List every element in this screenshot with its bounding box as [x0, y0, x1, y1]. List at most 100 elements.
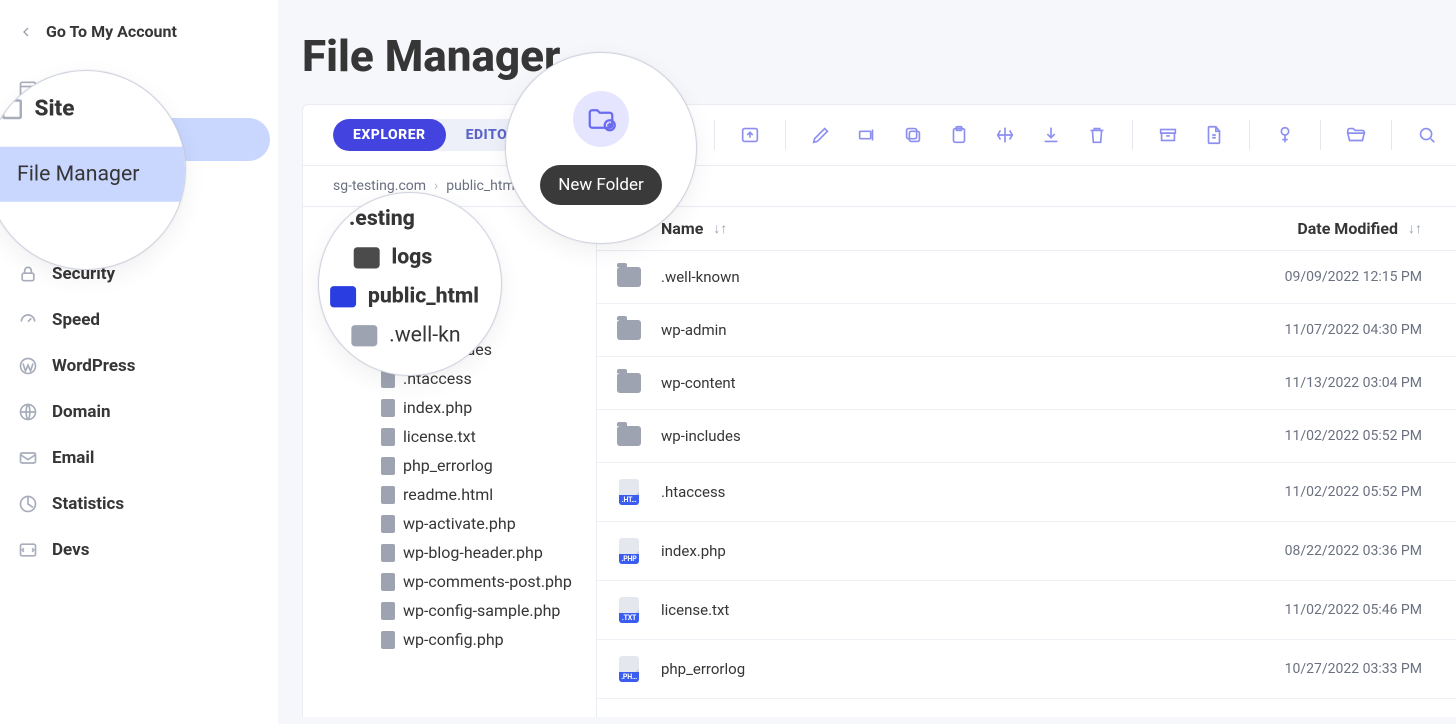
nav-group-domain[interactable]: Domain — [0, 389, 278, 435]
tree-label: readme.html — [403, 485, 493, 504]
archive-icon[interactable] — [1157, 124, 1179, 146]
file-name: .well-known — [661, 268, 1222, 286]
body-split: ›logspublic_html›.well-known›wp-content›… — [303, 207, 1456, 717]
file-row[interactable]: .well-known09/09/2022 12:15 PM — [597, 251, 1456, 304]
permissions-icon[interactable] — [1274, 124, 1296, 146]
file-row[interactable]: .PHPindex.php08/22/2022 03:36 PM — [597, 522, 1456, 581]
file-icon — [381, 399, 395, 417]
breadcrumb-sub[interactable]: public_html — [446, 178, 518, 194]
search-icon[interactable] — [1416, 124, 1438, 146]
tree-item[interactable]: public_html — [303, 248, 596, 277]
edit-icon[interactable] — [810, 124, 832, 146]
tree-label: wp-comments-post.php — [403, 572, 572, 591]
move-icon[interactable] — [994, 124, 1016, 146]
copy-icon[interactable] — [902, 124, 924, 146]
folder-icon — [353, 256, 371, 270]
main: File Manager EXPLORER EDITOR — [278, 0, 1456, 724]
tree-item[interactable]: ›wp-content — [303, 306, 596, 335]
tree-item[interactable]: wp-blog-header.php — [303, 538, 596, 567]
file-row[interactable]: .HT….htaccess11/02/2022 05:52 PM — [597, 463, 1456, 522]
tree-item[interactable]: .htaccess — [303, 364, 596, 393]
nav-group-email[interactable]: Email — [0, 435, 278, 481]
file-date: 11/02/2022 05:52 PM — [1222, 428, 1422, 444]
chevron-right-icon: › — [331, 227, 345, 241]
new-file-icon[interactable] — [622, 124, 644, 146]
column-name[interactable]: Name ↓↑ — [597, 219, 1222, 238]
tree-label: wp-includes — [407, 340, 492, 359]
stats-icon — [18, 494, 38, 514]
file-name: wp-content — [661, 374, 1222, 392]
nav-group-speed[interactable]: Speed — [0, 297, 278, 343]
download-icon[interactable] — [1040, 124, 1062, 146]
file-icon — [381, 486, 395, 504]
file-row[interactable]: .TXTlicense.txt11/02/2022 05:46 PM — [597, 581, 1456, 640]
toolbar-separator — [1320, 120, 1321, 150]
tree-item[interactable]: php_errorlog — [303, 451, 596, 480]
chevron-right-icon: › — [434, 178, 438, 194]
tree-item[interactable]: ›wp-includes — [303, 335, 596, 364]
folder-icon — [617, 320, 641, 340]
file-icon — [381, 544, 395, 562]
tab-editor[interactable]: EDITOR — [446, 119, 537, 151]
file-row[interactable]: wp-includes11/02/2022 05:52 PM — [597, 410, 1456, 463]
file-name: wp-includes — [661, 427, 1222, 445]
file-list: Name ↓↑ Date Modified ↓↑ .well-known09/0… — [597, 207, 1456, 717]
tree-label: logs — [379, 224, 409, 243]
paste-icon[interactable] — [948, 124, 970, 146]
wordpress-icon — [18, 356, 38, 376]
chevron-right-icon: › — [359, 314, 373, 328]
tree-label: wp-config-sample.php — [403, 601, 560, 620]
file-icon — [381, 573, 395, 591]
folder-icon — [617, 426, 641, 446]
file-row[interactable]: .PH…php_errorlog10/27/2022 03:33 PM — [597, 640, 1456, 699]
nav-group-statistics[interactable]: Statistics — [0, 481, 278, 527]
tree-label: .htaccess — [403, 369, 472, 388]
tree-item[interactable]: wp-config-sample.php — [303, 596, 596, 625]
nav-group-devs[interactable]: Devs — [0, 527, 278, 573]
nav-group-wordpress[interactable]: WordPress — [0, 343, 278, 389]
nav-item-file-manager[interactable]: File Manager — [8, 118, 270, 161]
open-folder-icon[interactable] — [1345, 124, 1367, 146]
upload-icon[interactable] — [739, 124, 761, 146]
nav-item-mysql[interactable]: MySQL — [0, 165, 278, 208]
rename-icon[interactable] — [856, 124, 878, 146]
nav-group-security[interactable]: Security — [0, 251, 278, 297]
extract-icon[interactable] — [1203, 124, 1225, 146]
file-name: license.txt — [661, 601, 1222, 619]
tree-item[interactable]: ›.well-known — [303, 277, 596, 306]
tree-item[interactable]: license.txt — [303, 422, 596, 451]
nav-item-postgresql[interactable]: PostgreSQL — [0, 208, 278, 251]
file-date: 11/07/2022 04:30 PM — [1222, 322, 1422, 338]
toolbar-separator — [714, 120, 715, 150]
file-icon — [381, 602, 395, 620]
column-date[interactable]: Date Modified ↓↑ — [1222, 219, 1422, 238]
tree-label: wp-activate.php — [403, 514, 516, 533]
tree-label: wp-blog-header.php — [403, 543, 543, 562]
toolbar-separator — [1249, 120, 1250, 150]
file-date: 10/27/2022 03:33 PM — [1222, 661, 1422, 677]
tree-item[interactable]: wp-config.php — [303, 625, 596, 654]
tree-label: .well-known — [407, 282, 491, 301]
page-title: File Manager — [278, 30, 1456, 104]
file-row[interactable]: wp-admin11/07/2022 04:30 PM — [597, 304, 1456, 357]
breadcrumb: sg-testing.com › public_html — [303, 166, 1456, 207]
tab-pill: EXPLORER EDITOR — [333, 119, 537, 151]
tree-item[interactable]: wp-comments-post.php — [303, 567, 596, 596]
lock-icon — [18, 264, 38, 284]
delete-icon[interactable] — [1086, 124, 1108, 146]
file-name: index.php — [661, 542, 1222, 560]
breadcrumb-root[interactable]: sg-testing.com — [333, 178, 426, 194]
tree-item[interactable]: index.php — [303, 393, 596, 422]
tree-item[interactable]: readme.html — [303, 480, 596, 509]
tree-item[interactable]: wp-activate.php — [303, 509, 596, 538]
new-folder-icon[interactable] — [668, 124, 690, 146]
back-to-account-link[interactable]: Go To My Account — [0, 22, 278, 63]
tab-explorer[interactable]: EXPLORER — [333, 119, 446, 151]
file-date: 11/02/2022 05:46 PM — [1222, 602, 1422, 618]
file-icon: .HT… — [619, 479, 639, 505]
nav-section-site[interactable]: Site — [0, 63, 278, 114]
tree-label: wp-config.php — [403, 630, 504, 649]
file-date: 11/02/2022 05:52 PM — [1222, 484, 1422, 500]
tree-item[interactable]: › logs — [303, 219, 596, 248]
file-row[interactable]: wp-content11/13/2022 03:04 PM — [597, 357, 1456, 410]
